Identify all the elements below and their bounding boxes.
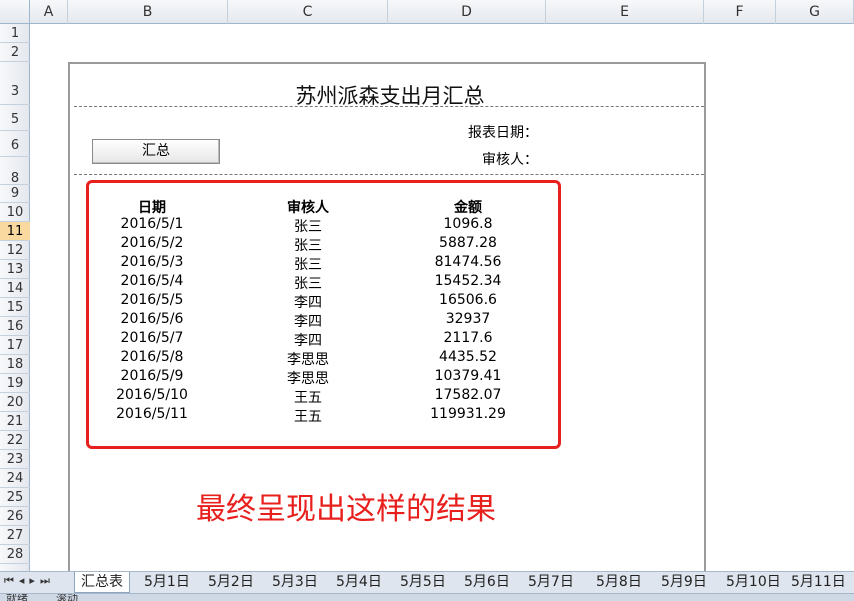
sheet-tab-bar: ⏮◂▸⏭ 汇总表 5月1日 5月2日 5月3日 5月4日 5月5日 5月6日 5…	[0, 571, 854, 593]
row-header[interactable]: 18	[0, 355, 30, 374]
header-reviewer: 审核人	[287, 200, 329, 216]
cell-amount[interactable]: 81474.56	[393, 254, 543, 270]
divider-dashed	[74, 174, 704, 175]
sheet-tab[interactable]: 5月11日	[785, 572, 852, 593]
cell-amount[interactable]: 17582.07	[393, 387, 543, 403]
sheet-tab[interactable]: 5月10日	[720, 572, 787, 593]
cell-amount[interactable]: 16506.6	[393, 292, 543, 308]
cell-reviewer[interactable]: 李思思	[233, 349, 383, 369]
row-header[interactable]: 2	[0, 43, 30, 62]
column-header-f[interactable]: F	[704, 0, 776, 24]
cell-amount[interactable]: 4435.52	[393, 349, 543, 365]
row-header[interactable]: 12	[0, 241, 30, 260]
cell-reviewer[interactable]: 李四	[233, 311, 383, 331]
sheet-tab[interactable]: 5月3日	[266, 572, 324, 593]
cell-reviewer[interactable]: 张三	[233, 254, 383, 274]
column-header-e[interactable]: E	[546, 0, 704, 24]
cell-amount[interactable]: 2117.6	[393, 330, 543, 346]
sheet-tab[interactable]: 5月4日	[330, 572, 388, 593]
row-header[interactable]: 15	[0, 298, 30, 317]
sheet-tab[interactable]: 5月1日	[138, 572, 196, 593]
cell-date[interactable]: 2016/5/3	[77, 254, 227, 270]
cell-reviewer[interactable]: 王五	[233, 406, 383, 426]
status-scroll: 滚动	[56, 593, 78, 601]
sheet-tab[interactable]: 5月6日	[458, 572, 516, 593]
cell-date[interactable]: 2016/5/9	[77, 368, 227, 384]
cell-amount[interactable]: 15452.34	[393, 273, 543, 289]
summary-button[interactable]: 汇总	[92, 139, 220, 164]
status-ready: 就绪	[6, 593, 28, 601]
row-header[interactable]: 21	[0, 412, 30, 431]
cell-date[interactable]: 2016/5/7	[77, 330, 227, 346]
row-header[interactable]: 23	[0, 450, 30, 469]
row-header[interactable]: 5	[0, 105, 30, 131]
row-header[interactable]: 24	[0, 469, 30, 488]
sheet-tab[interactable]: 5月2日	[202, 572, 260, 593]
row-header[interactable]: 27	[0, 526, 30, 545]
cell-amount[interactable]: 32937	[393, 311, 543, 327]
cell-date[interactable]: 2016/5/11	[77, 406, 227, 422]
header-amount: 金额	[454, 200, 482, 216]
cell-amount[interactable]: 10379.41	[393, 368, 543, 384]
row-header[interactable]: 19	[0, 374, 30, 393]
cell-reviewer[interactable]: 张三	[233, 273, 383, 293]
cell-reviewer[interactable]: 张三	[233, 235, 383, 255]
header-date: 日期	[138, 200, 166, 216]
report-frame: 苏州派森支出月汇总 汇总 报表日期： 审核人： 日期 审核人 金额 2016/5…	[68, 62, 706, 582]
row-header[interactable]: 6	[0, 131, 30, 157]
row-header[interactable]: 1	[0, 24, 30, 43]
result-caption: 最终呈现出这样的结果	[196, 492, 496, 527]
row-header[interactable]: 22	[0, 431, 30, 450]
cell-date[interactable]: 2016/5/8	[77, 349, 227, 365]
cell-date[interactable]: 2016/5/2	[77, 235, 227, 251]
row-header-column: 1 2 3 5 6 8 9 10 11 12 13 14 15 16 17 18…	[0, 24, 30, 571]
cell-date[interactable]: 2016/5/5	[77, 292, 227, 308]
sheet-tab[interactable]: 5月8日	[590, 572, 648, 593]
column-header-b[interactable]: B	[68, 0, 228, 24]
row-header-active[interactable]: 11	[0, 222, 30, 241]
row-header[interactable]: 3	[0, 62, 30, 105]
row-header[interactable]: 14	[0, 279, 30, 298]
sheet-tab-active[interactable]: 汇总表	[74, 572, 130, 593]
row-header[interactable]: 16	[0, 317, 30, 336]
cell-reviewer[interactable]: 李四	[233, 292, 383, 312]
status-bar: 就绪 滚动	[0, 593, 854, 601]
sheet-nav-arrows-icon[interactable]: ⏮◂▸⏭	[4, 574, 55, 588]
cell-amount[interactable]: 119931.29	[393, 406, 543, 422]
row-header[interactable]: 17	[0, 336, 30, 355]
column-header-c[interactable]: C	[228, 0, 388, 24]
select-all-corner[interactable]	[0, 0, 30, 24]
row-header[interactable]: 9	[0, 185, 30, 203]
row-header[interactable]: 20	[0, 393, 30, 412]
row-header[interactable]: 8	[0, 157, 30, 186]
column-header-d[interactable]: D	[388, 0, 546, 24]
cell-date[interactable]: 2016/5/6	[77, 311, 227, 327]
cell-reviewer[interactable]: 李思思	[233, 368, 383, 388]
divider-dashed	[74, 106, 704, 107]
column-header-a[interactable]: A	[30, 0, 68, 24]
cell-amount[interactable]: 1096.8	[393, 216, 543, 232]
sheet-tab[interactable]: 5月7日	[522, 572, 580, 593]
cell-reviewer[interactable]: 李四	[233, 330, 383, 350]
reviewer-label: 审核人：	[482, 152, 538, 168]
row-header[interactable]: 28	[0, 545, 30, 564]
row-header[interactable]: 26	[0, 507, 30, 526]
row-header[interactable]: 13	[0, 260, 30, 279]
cell-reviewer[interactable]: 王五	[233, 387, 383, 407]
column-header-row: A B C D E F G	[0, 0, 854, 24]
cell-date[interactable]: 2016/5/10	[77, 387, 227, 403]
cell-date[interactable]: 2016/5/1	[77, 216, 227, 232]
cell-date[interactable]: 2016/5/4	[77, 273, 227, 289]
row-header[interactable]: 10	[0, 203, 30, 222]
column-header-g[interactable]: G	[776, 0, 854, 24]
cell-reviewer[interactable]: 张三	[233, 216, 383, 236]
sheet-tab[interactable]: 5月5日	[394, 572, 452, 593]
report-date-label: 报表日期：	[468, 125, 538, 141]
row-header[interactable]: 25	[0, 488, 30, 507]
sheet-tab[interactable]: 5月9日	[655, 572, 713, 593]
cell-amount[interactable]: 5887.28	[393, 235, 543, 251]
